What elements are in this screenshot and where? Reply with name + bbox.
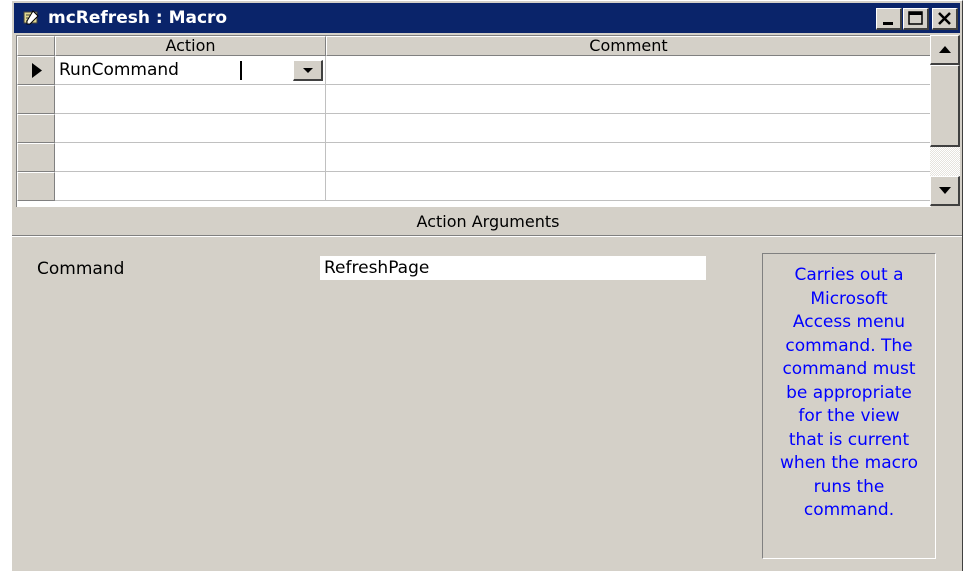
help-line: Microsoft: [810, 288, 888, 309]
vertical-scrollbar[interactable]: [930, 35, 960, 206]
help-line: for the view: [798, 406, 900, 426]
text-caret: [240, 61, 242, 80]
close-button[interactable]: [932, 8, 958, 30]
help-line: Carries out a: [794, 265, 904, 285]
row-selector[interactable]: [17, 114, 55, 143]
action-cell[interactable]: RunCommand: [55, 56, 326, 85]
minimize-button[interactable]: [876, 8, 902, 30]
scroll-up-button[interactable]: [930, 35, 960, 65]
macro-grid: Action Comment RunCommand: [16, 35, 931, 207]
title-bar[interactable]: mcRefresh : Macro: [14, 3, 960, 33]
command-label: Command: [37, 259, 125, 279]
action-column-header[interactable]: Action: [55, 36, 326, 56]
arrow-down-icon: [939, 187, 951, 194]
action-cell[interactable]: [55, 114, 326, 143]
section-divider: [12, 235, 962, 237]
action-cell[interactable]: [55, 143, 326, 172]
help-line: runs the: [813, 476, 885, 497]
help-line: command.: [803, 500, 895, 520]
current-record-icon: [32, 63, 42, 78]
window-title: mcRefresh : Macro: [48, 8, 228, 28]
row-selector[interactable]: [17, 143, 55, 172]
comment-cell[interactable]: [326, 56, 931, 85]
minimize-icon: [883, 22, 893, 25]
command-field[interactable]: RefreshPage: [320, 256, 706, 280]
row-selector-header[interactable]: [17, 36, 55, 56]
comment-cell[interactable]: [326, 143, 931, 172]
help-line: that is current: [788, 429, 910, 450]
help-line: command. The: [785, 335, 913, 356]
row-selector[interactable]: [17, 172, 55, 201]
comment-column-header[interactable]: Comment: [326, 36, 931, 56]
comment-cell[interactable]: [326, 172, 931, 201]
help-line: when the macro: [780, 453, 918, 473]
macro-window: mcRefresh : Macro Action Comment RunComm…: [11, 0, 963, 571]
dropdown-arrow-icon: [303, 68, 313, 73]
action-dropdown-button[interactable]: [293, 60, 323, 81]
maximize-icon: [908, 11, 923, 25]
action-cell[interactable]: [55, 85, 326, 114]
arrow-up-icon: [939, 46, 951, 53]
macro-icon: [22, 10, 40, 26]
comment-cell[interactable]: [326, 85, 931, 114]
help-panel: Carries out a Microsoft Access menu comm…: [762, 253, 936, 559]
scroll-down-button[interactable]: [930, 176, 960, 206]
comment-cell[interactable]: [326, 114, 931, 143]
action-value: RunCommand: [59, 60, 179, 80]
help-line: Access menu: [792, 312, 906, 332]
close-icon: [938, 12, 951, 25]
maximize-button[interactable]: [903, 8, 929, 30]
row-selector[interactable]: [17, 85, 55, 114]
action-arguments-title: Action Arguments: [416, 212, 560, 231]
help-line: command must: [782, 359, 916, 379]
action-cell[interactable]: [55, 172, 326, 201]
scroll-thumb[interactable]: [930, 65, 960, 147]
help-line: be appropriate: [786, 382, 912, 403]
row-selector[interactable]: [17, 56, 55, 85]
